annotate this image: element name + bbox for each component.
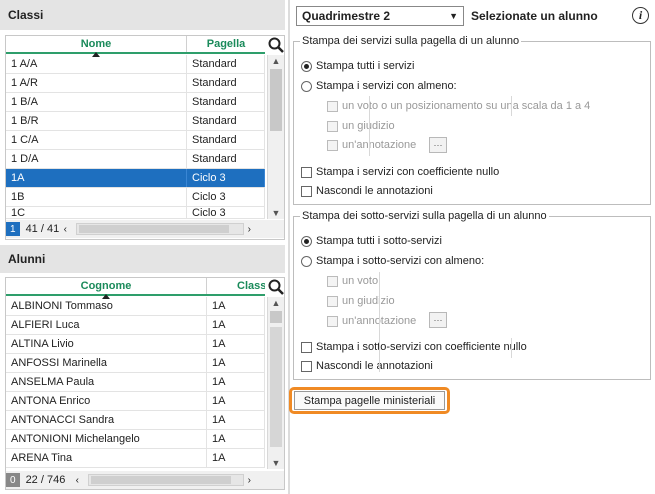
selected-count-badge: 1 <box>6 222 20 236</box>
select-student-label: Selezionate un alunno <box>471 9 598 23</box>
checkbox-sottoservizi-annotazione[interactable]: un'annotazione <box>327 315 416 327</box>
checkbox-sottoservizi-voto[interactable]: un voto <box>327 275 378 287</box>
col-classe-header[interactable]: Classe <box>207 278 265 294</box>
checkbox-icon <box>327 120 338 132</box>
table-row[interactable]: 1 C/A Standard <box>6 131 265 150</box>
classi-vscroll[interactable]: ▲ ▼ <box>267 55 284 219</box>
scroll-thumb[interactable] <box>270 311 282 323</box>
classi-rows: 1 A/A Standard 1 A/R Standard 1 B/A Standar… <box>6 55 265 219</box>
checkbox-icon <box>327 295 338 307</box>
hscroll-left-icon[interactable]: ‹ <box>76 475 88 486</box>
hscroll-right-icon[interactable]: › <box>248 475 251 486</box>
period-select[interactable]: Quadrimestre 2 ▼ <box>296 6 464 26</box>
table-row[interactable]: 1B Ciclo 3 <box>6 188 265 207</box>
checkbox-sottoservizi-nascondi[interactable]: Nascondi le annotazioni <box>301 360 433 372</box>
radio-servizi-all[interactable]: Stampa tutti i servizi <box>301 60 414 72</box>
classi-hscroll[interactable] <box>75 223 244 235</box>
sottoservizi-legend: Stampa dei sotto-servizi sulla pagella d… <box>302 210 547 222</box>
alunni-footer: 0 22 / 746 ‹ › <box>6 471 284 489</box>
table-row[interactable]: 1 A/A Standard <box>6 55 265 74</box>
table-row[interactable]: 1C Ciclo 3 <box>6 207 265 219</box>
alunni-grid: Cognome Classe ALBINONI Tommaso1A ALFIER… <box>5 277 285 490</box>
table-row[interactable]: ANTONIONI Michelangelo 1A <box>6 430 265 449</box>
servizi-annotazione-options-button[interactable]: ··· <box>429 137 447 153</box>
table-row[interactable]: ANFOSSI Marinella 1A <box>6 354 265 373</box>
guide-line <box>369 96 370 156</box>
radio-servizi-some[interactable]: Stampa i servizi con almeno: <box>301 80 457 92</box>
table-row[interactable]: ANTONA Enrico 1A <box>6 392 265 411</box>
scroll-down-icon[interactable]: ▼ <box>268 458 284 468</box>
table-row[interactable]: ALFIERI Luca 1A <box>6 316 265 335</box>
print-pagelle-button[interactable]: Stampa pagelle ministeriali <box>294 391 445 410</box>
row-count: 22 / 746 <box>25 474 66 486</box>
col-nome-header[interactable]: Nome <box>6 36 187 57</box>
alunni-title: Alunni <box>0 245 285 273</box>
table-row[interactable]: ALBINONI Tommaso 1A <box>6 297 265 316</box>
table-row[interactable]: 1 D/A Standard <box>6 150 265 169</box>
classi-footer: 1 41 / 41 ‹ › <box>6 220 284 238</box>
radio-icon <box>301 80 312 92</box>
checkbox-servizi-giudizio[interactable]: un giudizio <box>327 120 395 132</box>
table-row-selected[interactable]: 1A Ciclo 3 <box>6 169 265 188</box>
servizi-legend: Stampa dei servizi sulla pagella di un a… <box>302 35 520 47</box>
radio-sottoservizi-all[interactable]: Stampa tutti i sotto-servizi <box>301 235 442 247</box>
scroll-thumb[interactable] <box>270 69 282 131</box>
hscroll-left-icon[interactable]: ‹ <box>64 224 76 235</box>
guide-line <box>511 338 512 358</box>
sottoservizi-annotazione-options-button[interactable]: ··· <box>429 312 447 328</box>
radio-sottoservizi-some[interactable]: Stampa i sotto-servizi con almeno: <box>301 255 484 267</box>
table-row[interactable]: 1 B/A Standard <box>6 93 265 112</box>
checkbox-icon <box>327 275 338 287</box>
checkbox-sottoservizi-coef-nullo[interactable]: Stampa i sotto-servizi con coefficiente … <box>301 341 527 353</box>
table-row[interactable]: ANTONACCI Sandra 1A <box>6 411 265 430</box>
scroll-down-icon[interactable]: ▼ <box>268 208 284 218</box>
table-row[interactable]: ANSELMA Paula 1A <box>6 373 265 392</box>
checkbox-icon <box>301 341 312 353</box>
checkbox-icon <box>327 315 338 327</box>
search-icon[interactable] <box>267 36 285 54</box>
panel-divider[interactable] <box>288 0 290 494</box>
classi-grid: Nome Pagella 1 A/A Standard 1 A/R Standard… <box>5 35 285 240</box>
scroll-track[interactable] <box>270 327 282 447</box>
row-count: 41 / 41 <box>25 223 60 235</box>
radio-icon <box>301 235 312 247</box>
checkbox-servizi-coef-nullo[interactable]: Stampa i servizi con coefficiente nullo <box>301 166 499 178</box>
checkbox-icon <box>301 360 312 372</box>
guide-line <box>511 96 512 116</box>
alunni-hscroll[interactable] <box>87 474 244 486</box>
checkbox-icon <box>301 166 312 178</box>
hscroll-right-icon[interactable]: › <box>248 224 251 235</box>
col-pagella-header[interactable]: Pagella <box>187 36 265 52</box>
checkbox-icon <box>327 100 338 112</box>
checkbox-servizi-annotazione[interactable]: un'annotazione <box>327 139 416 151</box>
scroll-up-icon[interactable]: ▲ <box>268 298 284 308</box>
radio-icon <box>301 60 312 72</box>
table-row[interactable]: 1 B/R Standard <box>6 112 265 131</box>
radio-icon <box>301 255 312 267</box>
table-row[interactable]: 1 A/R Standard <box>6 74 265 93</box>
checkbox-sottoservizi-giudizio[interactable]: un giudizio <box>327 295 395 307</box>
checkbox-icon <box>301 185 312 197</box>
col-cognome-header[interactable]: Cognome <box>6 278 207 299</box>
table-row[interactable]: ARENA Tina 1A <box>6 449 265 468</box>
chevron-down-icon: ▼ <box>449 11 458 21</box>
table-row[interactable]: ALTINA Livio 1A <box>6 335 265 354</box>
classi-title: Classi <box>0 0 285 30</box>
info-icon[interactable]: i <box>632 7 649 24</box>
alunni-vscroll[interactable]: ▲ ▼ <box>267 297 284 469</box>
guide-line <box>379 272 380 372</box>
search-icon[interactable] <box>267 278 285 296</box>
checkbox-servizi-nascondi[interactable]: Nascondi le annotazioni <box>301 185 433 197</box>
scroll-up-icon[interactable]: ▲ <box>268 56 284 66</box>
alunni-rows: ALBINONI Tommaso 1A ALFIERI Luca 1A ALTINA… <box>6 297 265 468</box>
checkbox-servizi-voto[interactable]: un voto o un posizionamento su una scala… <box>327 100 590 112</box>
selected-count-badge: 0 <box>6 473 20 487</box>
checkbox-icon <box>327 139 338 151</box>
